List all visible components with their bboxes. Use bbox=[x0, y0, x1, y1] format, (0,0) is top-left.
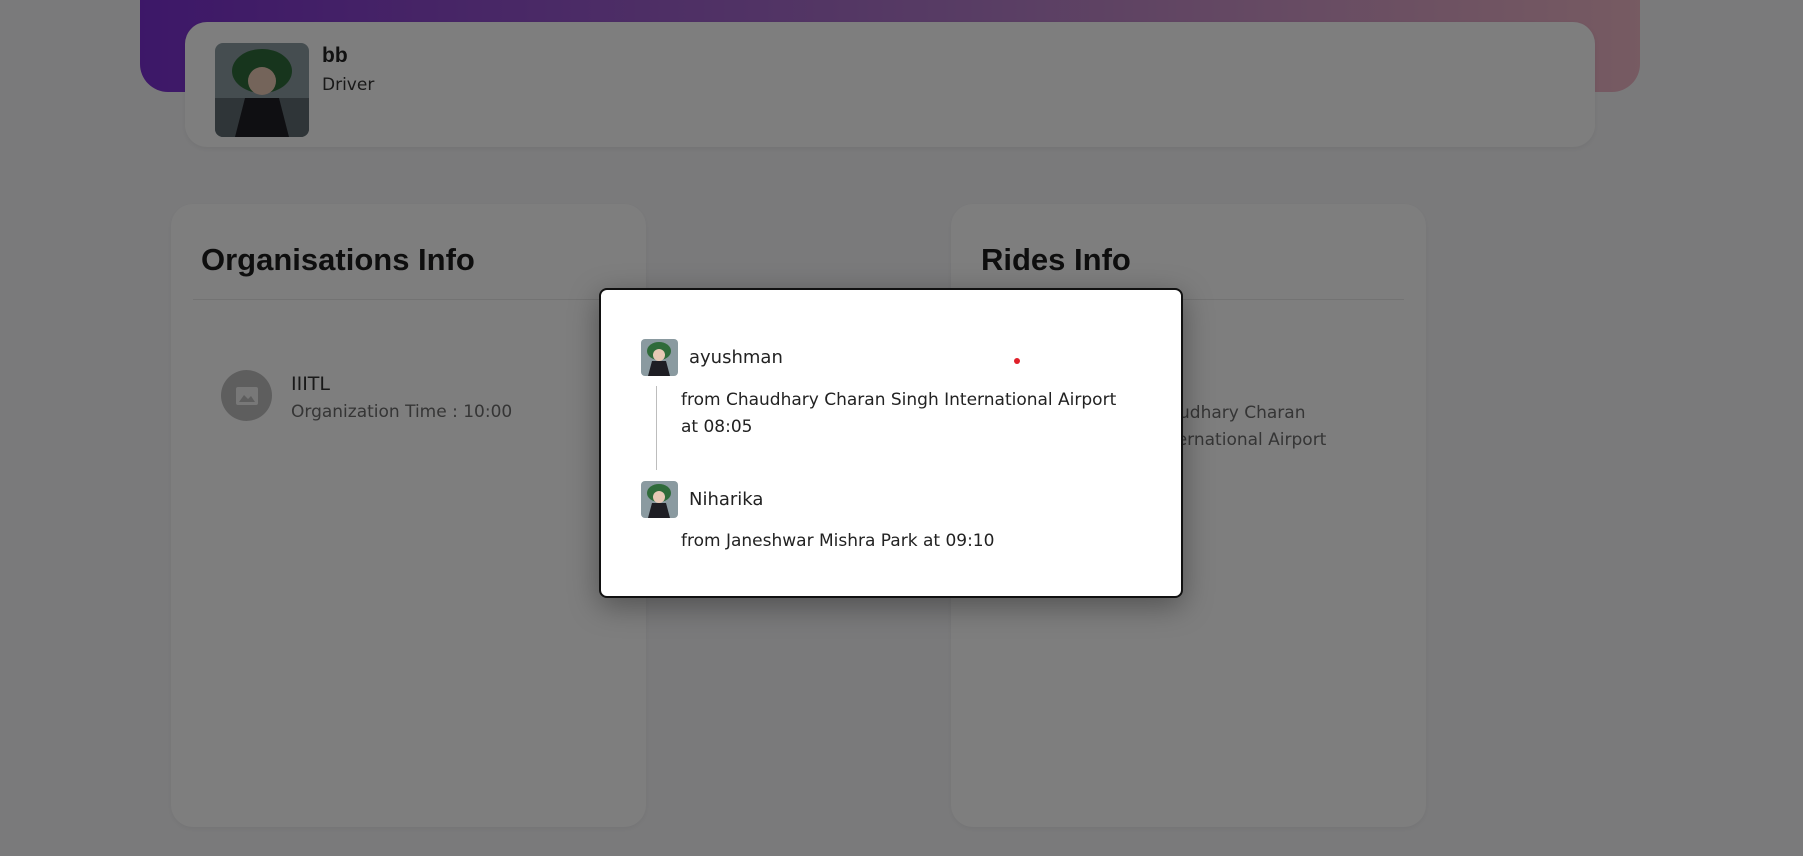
timeline-connector bbox=[656, 386, 657, 470]
passenger-avatar bbox=[641, 481, 678, 518]
status-dot bbox=[1014, 358, 1020, 364]
passenger-name: ayushman bbox=[689, 347, 783, 368]
ride-details-modal: ayushman from Chaudhary Charan Singh Int… bbox=[599, 288, 1183, 598]
pickup-details: from Chaudhary Charan Singh Internationa… bbox=[681, 390, 1117, 437]
passenger-avatar bbox=[641, 339, 678, 376]
pickup-details: from Janeshwar Mishra Park at 09:10 bbox=[681, 531, 995, 551]
passenger-name: Niharika bbox=[689, 489, 764, 510]
